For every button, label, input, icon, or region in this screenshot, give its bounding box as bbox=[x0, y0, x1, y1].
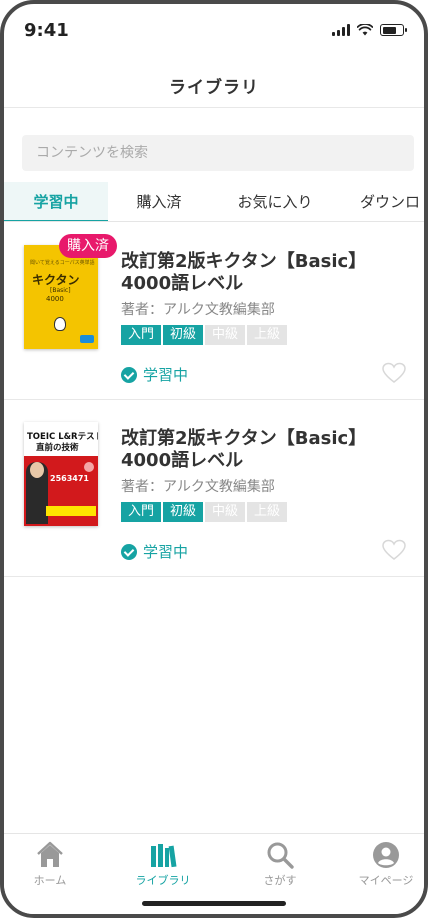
nav-label: ホーム bbox=[33, 874, 67, 887]
check-circle-icon bbox=[121, 366, 137, 383]
level-tag: 中級 bbox=[205, 325, 245, 345]
tab-studying[interactable]: 学習中 bbox=[4, 182, 108, 221]
phone-frame: 9:41 ライブラリ 学習中 購入済 お気に入り ダウンロ 聞いて覚えるコーパス… bbox=[0, 0, 428, 918]
level-tag: 入門 bbox=[121, 325, 161, 345]
search-icon bbox=[267, 842, 294, 869]
level-tags: 入門 初級 中級 上級 bbox=[121, 325, 287, 345]
check-circle-icon bbox=[121, 543, 137, 560]
cover-number: 2563471 bbox=[50, 474, 89, 483]
status-label: 学習中 bbox=[143, 543, 189, 561]
home-indicator bbox=[142, 901, 286, 906]
nav-label: マイページ bbox=[358, 874, 414, 887]
header: ライブラリ bbox=[4, 62, 424, 108]
item-author: 著者：アルク文教編集部 bbox=[121, 302, 275, 318]
level-tag: 上級 bbox=[247, 502, 287, 522]
tab-bar: 学習中 購入済 お気に入り ダウンロ bbox=[4, 182, 424, 222]
book-cover: 聞いて覚えるコーパス英単語 キクタン [Basic] 4000 bbox=[24, 245, 98, 349]
signal-icon bbox=[332, 24, 350, 36]
user-icon bbox=[373, 842, 399, 868]
cover-subtitle: 直前の技術 bbox=[36, 443, 79, 453]
tab-downloads[interactable]: ダウンロ bbox=[360, 182, 424, 221]
heart-icon[interactable] bbox=[382, 539, 406, 561]
publisher-logo bbox=[80, 335, 94, 343]
cover-subtitle: [Basic] bbox=[50, 287, 71, 294]
level-tag: 初級 bbox=[163, 325, 203, 345]
cover-seal bbox=[84, 462, 94, 472]
mascot-illustration bbox=[54, 317, 66, 331]
study-status: 学習中 bbox=[121, 541, 188, 562]
cover-number: 4000 bbox=[46, 295, 64, 303]
home-icon bbox=[37, 841, 63, 867]
study-status: 学習中 bbox=[121, 364, 188, 385]
tab-purchased[interactable]: 購入済 bbox=[108, 182, 210, 221]
nav-label: さがす bbox=[263, 874, 297, 887]
level-tag: 中級 bbox=[205, 502, 245, 522]
library-icon bbox=[151, 844, 177, 868]
item-title[interactable]: 改訂第2版キクタン【Basic】4000語レベル bbox=[121, 428, 411, 472]
level-tag: 上級 bbox=[247, 325, 287, 345]
wifi-icon bbox=[357, 24, 373, 36]
search-input[interactable] bbox=[22, 135, 414, 171]
status-time: 9:41 bbox=[24, 20, 69, 41]
nav-label: ライブラリ bbox=[135, 874, 191, 887]
status-bar: 9:41 bbox=[4, 4, 424, 62]
tab-favorites[interactable]: お気に入り bbox=[220, 182, 330, 221]
status-label: 学習中 bbox=[143, 366, 189, 384]
status-icons bbox=[332, 24, 407, 36]
level-tags: 入門 初級 中級 上級 bbox=[121, 502, 287, 522]
battery-icon bbox=[380, 24, 407, 36]
purchased-badge: 購入済 bbox=[59, 234, 117, 258]
item-author: 著者：アルク文教編集部 bbox=[121, 479, 275, 495]
level-tag: 入門 bbox=[121, 502, 161, 522]
level-tag: 初級 bbox=[163, 502, 203, 522]
cover-band bbox=[46, 506, 96, 516]
cover-top-text: 聞いて覚えるコーパス英単語 bbox=[30, 260, 95, 266]
page-title: ライブラリ bbox=[169, 78, 259, 98]
search-bar[interactable] bbox=[22, 135, 414, 171]
author-face bbox=[30, 462, 44, 478]
cover-title: キクタン bbox=[32, 273, 80, 287]
item-title[interactable]: 改訂第2版キクタン【Basic】4000語レベル bbox=[121, 251, 411, 295]
heart-icon[interactable] bbox=[382, 362, 406, 384]
list-item[interactable]: TOEIC L&Rテスト 直前の技術 2563471 改訂第2版キクタン【Bas… bbox=[4, 400, 424, 577]
book-cover: TOEIC L&Rテスト 直前の技術 2563471 bbox=[24, 422, 98, 526]
